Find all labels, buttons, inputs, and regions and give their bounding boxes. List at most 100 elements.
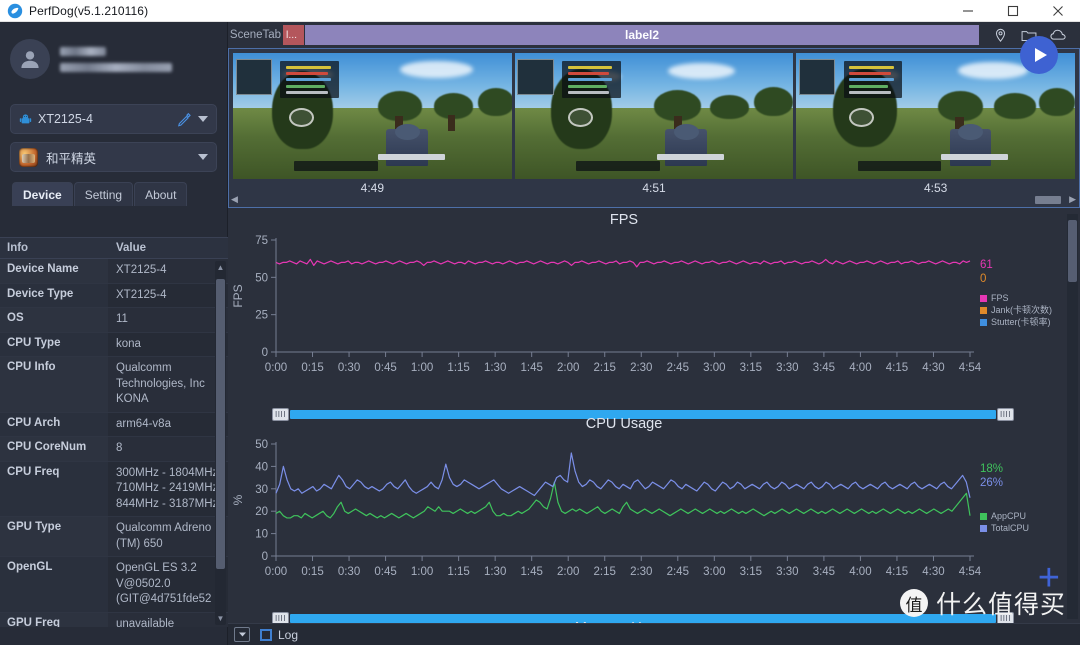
svg-text:2:30: 2:30 xyxy=(630,566,652,578)
svg-text:0:45: 0:45 xyxy=(374,566,396,578)
screenshot-thumbnail[interactable] xyxy=(233,53,512,179)
legend-label-jank: Jank(卡顿次数) xyxy=(991,305,1053,315)
account-section[interactable] xyxy=(0,22,227,96)
screenshot-next-arrow[interactable]: ▶ xyxy=(1069,194,1076,205)
table-cell-info: CPU Arch xyxy=(0,412,108,437)
chart-fps: FPS 0 25 50 75 FPS 0:00 0:15 0:30 0:45 1:00 1:15 1:… xyxy=(228,210,1080,421)
table-row[interactable]: CPU Arch arm64-v8a xyxy=(0,412,228,438)
legend-swatch-stutter xyxy=(980,318,987,326)
svg-text:0:00: 0:00 xyxy=(265,566,287,578)
svg-text:3:30: 3:30 xyxy=(776,566,798,578)
game-frame xyxy=(514,53,794,179)
svg-text:1:30: 1:30 xyxy=(484,362,506,374)
svg-text:3:30: 3:30 xyxy=(776,362,798,374)
tab-device[interactable]: Device xyxy=(12,182,73,206)
device-selector[interactable]: XT2125-4 xyxy=(10,104,217,134)
perfdog-logo-icon xyxy=(7,3,23,19)
table-row[interactable]: Device Name XT2125-4 xyxy=(0,259,228,284)
table-cell-value: OpenGL ES 3.2 V@0502.0 (GIT@4d751fde52 xyxy=(108,557,228,612)
edit-icon[interactable] xyxy=(177,112,192,127)
sidebar-scrollbar[interactable]: ▲ ▼ xyxy=(215,261,226,625)
log-checkbox[interactable] xyxy=(260,628,272,641)
svg-text:3:45: 3:45 xyxy=(813,362,835,374)
legend-item-appcpu[interactable]: AppCPU xyxy=(980,510,1029,522)
charts-container: FPS 0 25 50 75 FPS 0:00 0:15 0:30 0:45 1:00 1:15 1:… xyxy=(228,210,1080,623)
chevron-down-icon[interactable] xyxy=(198,154,208,160)
table-row[interactable]: OS 11 xyxy=(0,308,228,333)
screenshot-strip[interactable]: 4:49 4:51 4:53 ◀ ▶ xyxy=(228,48,1080,208)
table-row[interactable]: CPU Freq 300MHz - 1804MHz 710MHz - 2419MH… xyxy=(0,461,228,518)
play-button[interactable] xyxy=(1020,36,1058,74)
table-row[interactable]: Device Type XT2125-4 xyxy=(0,283,228,309)
table-row[interactable]: CPU Info Qualcomm Technologies, Inc KONA xyxy=(0,357,228,413)
tab-about[interactable]: About xyxy=(134,182,188,206)
minimize-button[interactable] xyxy=(945,0,990,22)
legend-item-stutter[interactable]: Stutter(卡顿率) xyxy=(980,316,1052,328)
svg-text:2:15: 2:15 xyxy=(594,566,616,578)
location-pin-icon[interactable] xyxy=(993,28,1008,43)
label-tab-main[interactable]: label2 xyxy=(305,25,979,45)
account-name-masked xyxy=(60,46,106,56)
svg-text:0:30: 0:30 xyxy=(338,566,360,578)
table-cell-value: 11 xyxy=(108,308,228,332)
app-selector[interactable]: 和平精英 xyxy=(10,142,217,172)
log-label: Log xyxy=(278,627,299,642)
svg-text:75: 75 xyxy=(255,235,268,247)
table-row[interactable]: GPU Freq unavailable xyxy=(0,612,228,627)
scroll-down-arrow[interactable]: ▼ xyxy=(216,614,225,623)
account-text xyxy=(60,46,172,72)
totalcpu-current-value: 26% xyxy=(980,477,1004,489)
table-cell-value: 300MHz - 1804MHz 710MHz - 2419MHz 844MHz… xyxy=(108,461,228,517)
svg-text:1:15: 1:15 xyxy=(447,566,469,578)
game-app-icon xyxy=(19,147,38,167)
screenshot-thumbnail[interactable] xyxy=(514,53,794,179)
table-cell-value: 8 xyxy=(108,437,228,461)
log-toggle[interactable]: Log xyxy=(260,628,298,642)
table-row[interactable]: CPU Type kona xyxy=(0,332,228,358)
cpu-plot: 0 10 20 30 40 50% 0:00 0:15 0:30 0:45 1:00 1:15 1:30… xyxy=(231,439,982,578)
screenshot-scrollbar[interactable]: ◀ ▶ xyxy=(231,194,1077,205)
legend-item-fps[interactable]: FPS xyxy=(980,292,1052,304)
perfdog-window: PerfDog(v5.1.210116) XT2125-4 和平精英 Devic… xyxy=(0,0,1080,645)
table-row[interactable]: CPU CoreNum 8 xyxy=(0,437,228,462)
svg-text:0: 0 xyxy=(262,551,268,563)
tab-setting[interactable]: Setting xyxy=(73,182,134,206)
scroll-thumb[interactable] xyxy=(216,279,225,569)
left-sidebar: XT2125-4 和平精英 Device Setting About Info … xyxy=(0,22,228,645)
chevron-down-icon[interactable] xyxy=(198,116,208,122)
screenshot-scroll-thumb[interactable] xyxy=(1035,195,1061,204)
appcpu-current-value: 18% xyxy=(980,463,1004,475)
charts-scrollbar[interactable] xyxy=(1067,214,1078,619)
label-tab-small[interactable]: l... xyxy=(283,25,305,45)
legend-item-jank[interactable]: Jank(卡顿次数) xyxy=(980,304,1052,316)
table-row[interactable]: GPU Type Qualcomm Adreno (TM) 650 xyxy=(0,517,228,558)
svg-text:2:30: 2:30 xyxy=(630,362,652,374)
table-cell-info: OS xyxy=(0,308,108,332)
cloud-icon[interactable] xyxy=(1050,28,1067,42)
screenshot-prev-arrow[interactable]: ◀ xyxy=(231,194,238,205)
legend-swatch-appcpu xyxy=(980,512,987,520)
scroll-up-arrow[interactable]: ▲ xyxy=(216,263,225,272)
add-button[interactable]: + xyxy=(1038,559,1060,597)
svg-text:3:00: 3:00 xyxy=(703,362,725,374)
table-cell-value: Qualcomm Adreno (TM) 650 xyxy=(108,517,228,557)
svg-text:1:30: 1:30 xyxy=(484,566,506,578)
table-body[interactable]: Device Name XT2125-4 Device Type XT2125-4 OS… xyxy=(0,259,228,627)
chart-title: FPS xyxy=(609,212,639,228)
table-row[interactable]: OpenGL OpenGL ES 3.2 V@0502.0 (GIT@4d751f… xyxy=(0,557,228,613)
svg-text:50: 50 xyxy=(255,439,268,451)
table-cell-info: CPU Type xyxy=(0,332,108,357)
close-button[interactable] xyxy=(1035,0,1080,22)
collapse-button[interactable] xyxy=(234,627,250,642)
svg-text:2:00: 2:00 xyxy=(557,566,579,578)
maximize-button[interactable] xyxy=(990,0,1035,22)
table-cell-info: GPU Type xyxy=(0,517,108,557)
chart-cpu: CPU Usage 0 10 20 30 40 50% 0:00 0:15 0:30 0:45 1:… xyxy=(228,414,1080,623)
svg-text:3:15: 3:15 xyxy=(740,566,762,578)
table-cell-value: XT2125-4 xyxy=(108,283,228,308)
svg-text:3:00: 3:00 xyxy=(703,566,725,578)
charts-scroll-thumb[interactable] xyxy=(1068,220,1077,282)
table-cell-value: unavailable xyxy=(108,612,228,627)
legend-item-totalcpu[interactable]: TotalCPU xyxy=(980,522,1029,534)
table-cell-info: GPU Freq xyxy=(0,612,108,627)
